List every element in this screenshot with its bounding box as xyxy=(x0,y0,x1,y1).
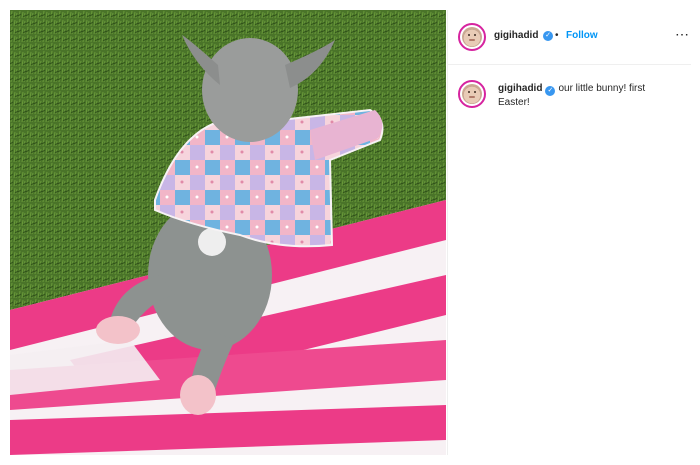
post-sidebar: gigihadid ✓ • Follow ⋯ gigihadid ✓ our lit… xyxy=(447,10,691,455)
avatar-eye-right xyxy=(474,34,476,36)
post-caption: gigihadid ✓ our little bunny! first Easter… xyxy=(498,82,668,109)
caption-verified-badge-icon: ✓ xyxy=(545,86,556,96)
avatar-eye-left xyxy=(468,34,470,36)
caption-avatar-eye-right xyxy=(474,91,476,93)
instagram-post: gigihadid ✓ • Follow ⋯ gigihadid ✓ our lit… xyxy=(0,0,700,465)
post-photo[interactable] xyxy=(10,10,446,455)
baby-bunny-photo xyxy=(10,10,446,455)
follow-button[interactable]: Follow xyxy=(566,30,598,41)
header-separator: • xyxy=(555,30,559,41)
caption-username[interactable]: gigihadid xyxy=(498,83,542,94)
header-username[interactable]: gigihadid xyxy=(494,30,538,41)
caption-avatar[interactable] xyxy=(458,80,486,108)
post-header: gigihadid ✓ • Follow ⋯ xyxy=(448,10,691,65)
more-options-icon[interactable]: ⋯ xyxy=(675,26,690,43)
caption-avatar-eye-left xyxy=(468,91,470,93)
caption-avatar-face xyxy=(462,84,482,104)
verified-badge-icon: ✓ xyxy=(543,31,553,41)
avatar-mouth xyxy=(469,39,475,41)
avatar-face xyxy=(462,27,482,47)
profile-avatar[interactable] xyxy=(458,23,486,51)
caption-avatar-mouth xyxy=(469,96,475,98)
